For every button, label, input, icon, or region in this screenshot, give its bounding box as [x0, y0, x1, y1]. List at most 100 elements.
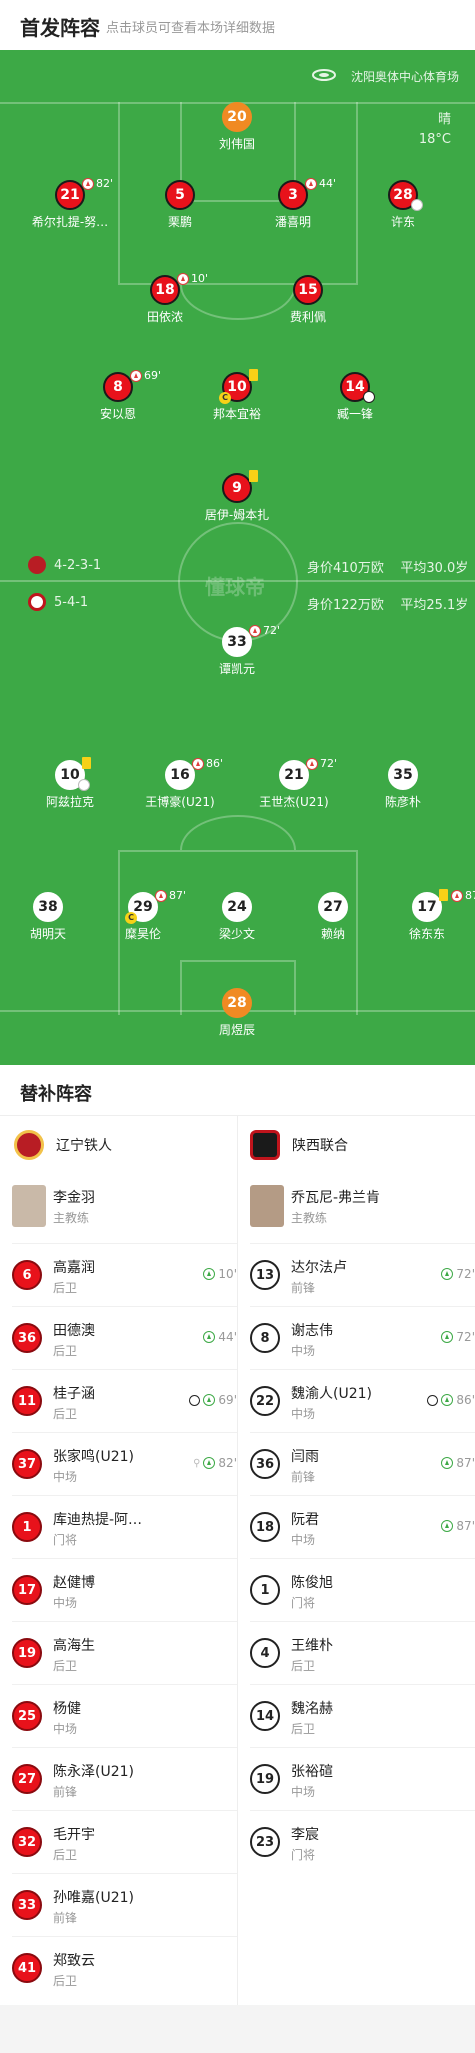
subs-title: 替补阵容 [20, 1084, 92, 1105]
sub-name: 高嘉润 [53, 1260, 95, 1276]
home-player[interactable]: 21 82' 希尔扎提-努… [25, 177, 115, 230]
player-name: 阿兹拉克 [45, 795, 94, 809]
away-sub-row[interactable]: 36 闫雨 前锋 87' [250, 1432, 475, 1496]
away-sub-row[interactable]: 22 魏渝人(U21) 中场 86' [250, 1369, 475, 1433]
sub-out-marker: 82' [82, 177, 113, 190]
sub-position: 后卫 [53, 1407, 78, 1421]
away-player[interactable]: 21 72' 王世杰(U21) [249, 757, 339, 810]
column-divider [237, 1116, 238, 2005]
away-player[interactable]: 29 87' C 糜昊伦 [98, 889, 188, 942]
away-team-logo-icon [250, 1130, 280, 1160]
sub-name: 魏洺赫 [291, 1701, 333, 1717]
away-player[interactable]: 38 胡明天 [3, 892, 93, 942]
sub-out-marker: 86' [192, 757, 223, 770]
away-sub-row[interactable]: 4 王维朴 后卫 [250, 1621, 475, 1685]
away-sub-row[interactable]: 14 魏洺赫 后卫 [250, 1684, 475, 1748]
sub-out-marker: 10' [177, 272, 208, 285]
player-name: 许东 [390, 215, 415, 229]
away-player[interactable]: 27 赖纳 [288, 892, 378, 942]
home-player[interactable]: 15 费利佩 [263, 275, 353, 325]
player-number: 3 44' [278, 177, 336, 210]
away-sub-row[interactable]: 8 谢志伟 中场 72' [250, 1306, 475, 1370]
home-sub-row[interactable]: 19 高海生 后卫 [12, 1621, 237, 1685]
goal-ball-icon [189, 1394, 201, 1406]
home-player[interactable]: 5 栗鹏 [135, 180, 225, 230]
sub-in-icon [203, 1457, 216, 1469]
player-number: 10 [55, 757, 91, 791]
away-sub-row[interactable]: 1 陈俊旭 门将 [250, 1558, 475, 1622]
sub-number: 33 [12, 1890, 42, 1920]
away-player[interactable]: 35 陈彦朴 [358, 760, 448, 810]
home-player[interactable]: 3 44' 潘喜明 [248, 177, 338, 230]
away-team-badge-icon [28, 593, 46, 611]
sub-name: 阮君 [291, 1512, 319, 1528]
sub-number: 41 [12, 1953, 42, 1983]
home-player[interactable]: 10 C 邦本宜裕 [192, 369, 282, 422]
sub-position: 前锋 [53, 1911, 78, 1925]
home-team-age: 平均30.0岁 [400, 561, 469, 576]
sub-in-icon [203, 1268, 216, 1280]
coach-name: 乔瓦尼-弗兰肯 [291, 1190, 381, 1206]
sub-number: 32 [12, 1827, 42, 1857]
home-team-name: 辽宁铁人 [56, 1138, 112, 1154]
home-sub-row[interactable]: 33 孙唯嘉(U21) 前锋 [12, 1873, 237, 1937]
sub-number: 27 [12, 1764, 42, 1794]
player-number: 20 [222, 102, 252, 132]
player-name: 费利佩 [289, 310, 326, 324]
captain-icon: C [219, 392, 231, 404]
home-sub-row[interactable]: 36 田德澳 后卫 44' [12, 1306, 237, 1370]
away-sub-row[interactable]: 23 李宸 门将 [250, 1810, 475, 1874]
sub-event: 87' [441, 1519, 475, 1533]
away-player[interactable]: 10 阿兹拉克 [25, 757, 115, 810]
away-sub-row[interactable]: 18 阮君 中场 87' [250, 1495, 475, 1559]
away-player[interactable]: 16 86' 王博豪(U21) [135, 757, 225, 810]
home-sub-row[interactable]: 27 陈永泽(U21) 前锋 [12, 1747, 237, 1811]
home-sub-row[interactable]: 41 郑致云 后卫 [12, 1936, 237, 2000]
player-name: 胡明天 [29, 927, 66, 941]
sub-arrow-icon [82, 177, 94, 190]
home-sub-row[interactable]: 25 杨健 中场 [12, 1684, 237, 1748]
sub-name: 郑致云 [53, 1953, 95, 1969]
home-team-header[interactable]: 辽宁铁人 [14, 1125, 112, 1165]
sub-in-icon [441, 1268, 454, 1280]
home-sub-row[interactable]: 37 张家鸣(U21) 中场 ⚲ 82' [12, 1432, 237, 1496]
player-number: 38 [33, 892, 63, 922]
sub-number: 14 [250, 1701, 280, 1731]
away-player[interactable]: 33 72' 谭凯元 [192, 624, 282, 677]
player-name: 赖纳 [320, 927, 345, 941]
home-player[interactable]: 20 刘伟国 [192, 102, 282, 152]
sub-position: 后卫 [291, 1659, 316, 1673]
home-player[interactable]: 28 许东 [358, 180, 448, 230]
home-coach[interactable]: 李金羽 主教练 [12, 1181, 227, 1231]
home-player[interactable]: 18 10' 田依浓 [120, 272, 210, 325]
sub-out-marker: 72' [306, 757, 337, 770]
player-number: 5 [165, 180, 195, 210]
home-sub-row[interactable]: 1 库迪热提-阿… 门将 [12, 1495, 237, 1559]
away-formation: 5-4-1 [28, 593, 88, 611]
home-sub-row[interactable]: 32 毛开宇 后卫 [12, 1810, 237, 1874]
away-team-header[interactable]: 陕西联合 [250, 1125, 348, 1165]
home-player[interactable]: 14 臧一锋 [310, 372, 400, 422]
away-player[interactable]: 24 梁少文 [192, 892, 282, 942]
home-player[interactable]: 8 69' 安以恩 [73, 369, 163, 422]
away-sub-row[interactable]: 19 张裕碹 中场 [250, 1747, 475, 1811]
home-sub-row[interactable]: 6 高嘉润 后卫 10' [12, 1243, 237, 1307]
away-coach[interactable]: 乔瓦尼-弗兰肯 主教练 [250, 1181, 465, 1231]
player-number: 28 [388, 180, 423, 211]
sub-name: 闫雨 [291, 1449, 319, 1465]
away-player[interactable]: 17 87' 徐东东 [382, 889, 475, 942]
player-name: 居伊-姆本扎 [204, 508, 270, 522]
sub-number: 19 [12, 1638, 42, 1668]
player-name: 梁少文 [218, 927, 255, 941]
home-player[interactable]: 9 居伊-姆本扎 [192, 470, 282, 523]
lineup-header: 首发阵容 点击球员可查看本场详细数据 [0, 0, 475, 50]
home-sub-row[interactable]: 17 赵健博 中场 [12, 1558, 237, 1622]
sub-position: 门将 [291, 1596, 316, 1610]
home-sub-row[interactable]: 11 桂子涵 后卫 69' [12, 1369, 237, 1433]
away-sub-row[interactable]: 13 达尔法卢 前锋 72' [250, 1243, 475, 1307]
player-name: 邦本宜裕 [212, 407, 261, 421]
sub-position: 中场 [291, 1785, 316, 1799]
sub-arrow-icon [130, 369, 142, 382]
away-player[interactable]: 28 周煜辰 [192, 988, 282, 1038]
player-name: 徐东东 [408, 927, 445, 941]
